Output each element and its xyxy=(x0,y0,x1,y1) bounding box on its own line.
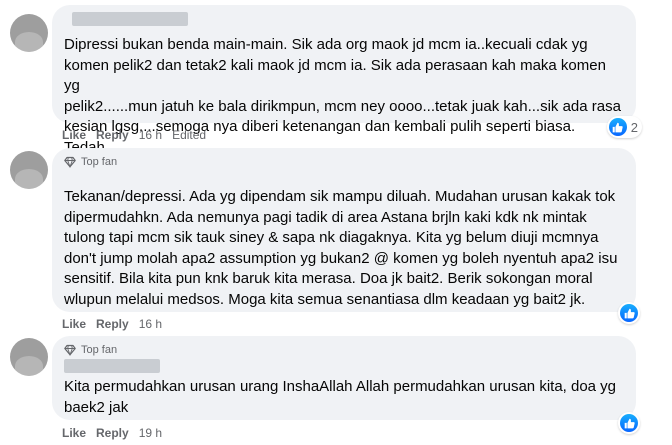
comment: Top fan Kita permudahkan urusan urang In… xyxy=(0,336,672,445)
comment-actions: Like Reply 16 h xyxy=(62,316,162,332)
comment: Dipressi bukan benda main-main. Sik ada … xyxy=(0,0,672,156)
comment: Top fan Tekanan/depressi. Ada yg dipenda… xyxy=(0,148,672,336)
diamond-icon xyxy=(64,156,76,168)
timestamp[interactable]: 19 h xyxy=(139,426,162,440)
like-button[interactable]: Like xyxy=(62,128,86,142)
like-icon xyxy=(620,304,638,322)
comment-actions: Like Reply 19 h xyxy=(62,425,162,441)
reaction-summary[interactable] xyxy=(618,412,640,434)
comment-bubble: Dipressi bukan benda main-main. Sik ada … xyxy=(52,5,642,156)
diamond-icon xyxy=(64,344,76,356)
commenter-name[interactable] xyxy=(64,359,160,373)
top-fan-badge: Top fan xyxy=(64,343,117,357)
top-fan-badge: Top fan xyxy=(64,155,117,169)
like-icon xyxy=(620,414,638,432)
reply-button[interactable]: Reply xyxy=(96,317,129,331)
comment-text: Kita permudahkan urusan urang InshaAllah… xyxy=(64,378,617,416)
reply-button[interactable]: Reply xyxy=(96,128,129,142)
reply-button[interactable]: Reply xyxy=(96,426,129,440)
reaction-count: 2 xyxy=(630,119,638,135)
comment-text: Tekanan/depressi. Ada yg dipendam sik ma… xyxy=(64,188,618,308)
like-icon xyxy=(608,118,627,136)
commenter-name[interactable] xyxy=(72,12,188,26)
badge-label: Top fan xyxy=(81,344,118,356)
avatar[interactable] xyxy=(10,151,48,189)
reaction-summary[interactable]: 2 xyxy=(606,116,642,138)
like-button[interactable]: Like xyxy=(62,426,86,440)
badge-label: Top fan xyxy=(81,156,118,168)
timestamp[interactable]: 16 h xyxy=(139,317,162,331)
comment-bubble: Top fan Kita permudahkan urusan urang In… xyxy=(52,336,640,434)
timestamp[interactable]: 16 h xyxy=(139,128,162,142)
comment-bubble: Top fan Tekanan/depressi. Ada yg dipenda… xyxy=(52,148,640,324)
avatar[interactable] xyxy=(10,14,48,52)
reaction-summary[interactable] xyxy=(618,302,640,324)
like-button[interactable]: Like xyxy=(62,317,86,331)
comment-actions: Like Reply 16 h Edited xyxy=(62,127,206,143)
avatar[interactable] xyxy=(10,338,48,376)
edited-label[interactable]: Edited xyxy=(172,128,206,142)
